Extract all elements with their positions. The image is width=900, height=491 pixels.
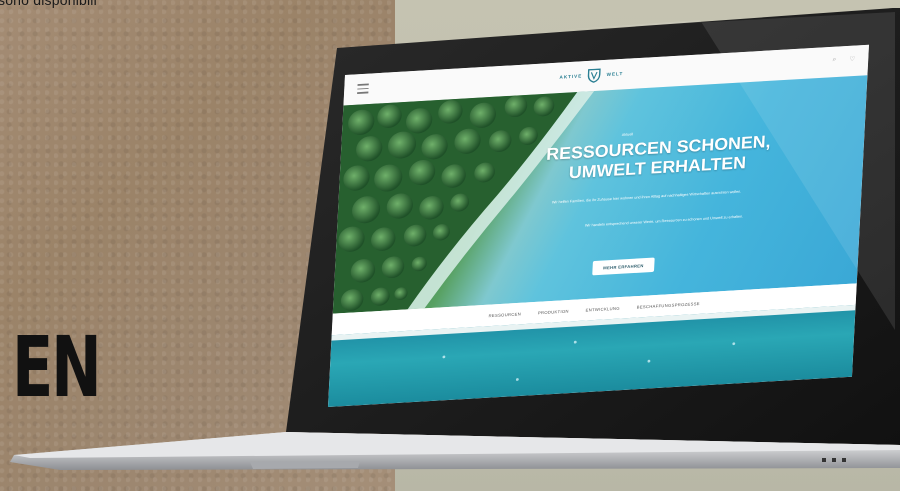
hero-tag: Aktuell bbox=[621, 131, 634, 137]
logo-text-left: AKTIVE bbox=[559, 73, 583, 81]
search-icon[interactable]: ⌕ bbox=[832, 56, 836, 63]
wishlist-icon[interactable]: ♡ bbox=[849, 55, 855, 63]
nav-item-beschaffung[interactable]: BESCHAFFUNGSPROZESSE bbox=[637, 301, 700, 309]
nav-item-ressourcen[interactable]: RESSOURCEN bbox=[488, 311, 521, 317]
nav-item-produktion[interactable]: PRODUKTION bbox=[538, 309, 569, 315]
hero-section: Aktuell RESSOURCEN SCHONEN, UMWELT ERHAL… bbox=[332, 75, 868, 314]
logo-text-right: WELT bbox=[606, 71, 624, 78]
header-tools: ⌕ ♡ bbox=[832, 55, 855, 63]
website-screen: AKTIVE WELT ⌕ ♡ Aktuell RESSOURCEN SCHON… bbox=[327, 44, 869, 408]
shield-logo-icon bbox=[588, 68, 602, 83]
hamburger-menu-icon[interactable] bbox=[357, 83, 369, 94]
laptop-notch bbox=[250, 461, 360, 469]
site-logo[interactable]: AKTIVE WELT bbox=[559, 67, 623, 85]
port-icon bbox=[822, 458, 826, 462]
forest-aerial-image bbox=[332, 91, 595, 314]
nav-item-entwicklung[interactable]: ENTWICKLUNG bbox=[586, 306, 620, 312]
